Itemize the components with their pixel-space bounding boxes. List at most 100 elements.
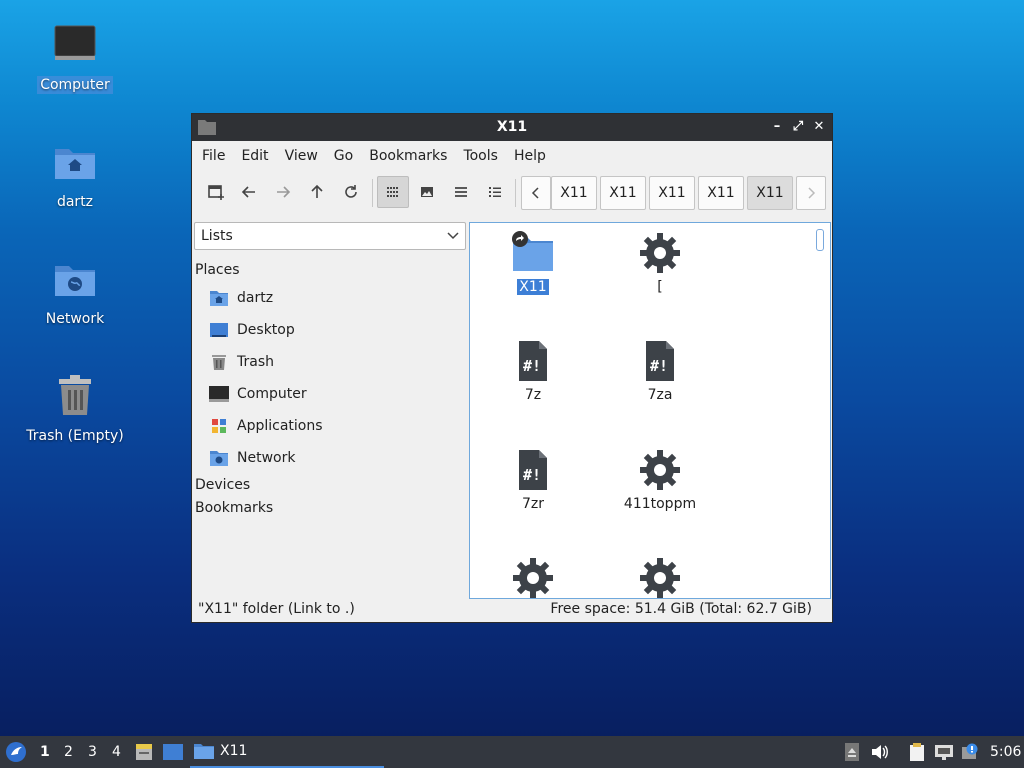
workspace-4[interactable]: 4 [112, 744, 121, 760]
file-item[interactable]: [ [605, 231, 715, 295]
file-name: [ [657, 279, 663, 295]
place-desktop[interactable]: Desktop [209, 318, 295, 342]
detailed-list-view-button[interactable] [479, 176, 511, 208]
trash-icon [51, 373, 99, 421]
close-button[interactable]: ✕ [810, 118, 828, 136]
eject-icon [845, 743, 859, 761]
breadcrumb-item[interactable]: X11 [600, 176, 646, 210]
network-status-button[interactable] [932, 736, 956, 768]
file-item[interactable]: X11 [478, 231, 588, 295]
start-menu-button[interactable] [2, 736, 30, 768]
titlebar[interactable]: X11 – ⤢ ✕ [192, 114, 832, 141]
file-item[interactable] [605, 556, 715, 598]
window-title: X11 [496, 119, 528, 135]
gear-icon [638, 448, 682, 492]
menu-help[interactable]: Help [506, 148, 554, 164]
launcher-file-manager[interactable] [132, 736, 156, 768]
file-item[interactable]: #! 7z [478, 339, 588, 403]
menu-bookmarks[interactable]: Bookmarks [361, 148, 455, 164]
breadcrumb-item[interactable]: X11 [551, 176, 597, 210]
compact-view-button[interactable] [445, 176, 477, 208]
toolbar-separator [372, 179, 373, 207]
desktop-icon-network[interactable]: Network [20, 256, 130, 328]
menu-edit[interactable]: Edit [233, 148, 276, 164]
reload-icon [345, 185, 357, 198]
clock[interactable]: 5:06 [990, 744, 1021, 760]
gear-icon [638, 556, 682, 598]
side-pane: Lists Places dartz Desktop Trash Compute… [193, 222, 467, 602]
new-tab-button[interactable] [200, 176, 232, 208]
forward-button[interactable] [267, 176, 299, 208]
breadcrumb-current[interactable]: X11 [747, 176, 793, 210]
image-icon [421, 187, 433, 197]
file-item[interactable]: #! 7zr [478, 448, 588, 512]
desktop-icon-computer[interactable]: Computer [20, 22, 130, 94]
launcher-show-desktop[interactable] [160, 736, 186, 768]
svg-text:#!: #! [650, 357, 668, 375]
breadcrumb-item[interactable]: X11 [649, 176, 695, 210]
place-dartz[interactable]: dartz [209, 286, 273, 310]
compact-list-icon [455, 187, 467, 197]
script-icon: #! [638, 339, 682, 383]
place-computer[interactable]: Computer [209, 382, 307, 406]
scrollbar-handle[interactable] [816, 229, 824, 251]
breadcrumb-scroll-left[interactable] [521, 176, 551, 210]
desktop-icon-trash[interactable]: Trash (Empty) [20, 373, 130, 445]
gear-icon [511, 556, 555, 598]
file-view[interactable]: X11 [ #! 7z #! 7za #! 7zr 411toppm [469, 222, 831, 599]
breadcrumb-item[interactable]: X11 [698, 176, 744, 210]
svg-text:#!: #! [523, 357, 541, 375]
reload-button[interactable] [335, 176, 367, 208]
status-bar: "X11" folder (Link to .) Free space: 51.… [192, 598, 832, 622]
devices-header[interactable]: Devices [195, 477, 250, 493]
icon-view-icon [387, 187, 398, 197]
desktop-icon [163, 744, 183, 760]
update-notifier-button[interactable] [958, 736, 982, 768]
menu-file[interactable]: File [194, 148, 233, 164]
eject-button[interactable] [842, 736, 862, 768]
place-label: dartz [237, 290, 274, 306]
place-trash[interactable]: Trash [209, 350, 274, 374]
gear-icon [638, 231, 682, 275]
icon-view-button[interactable] [377, 176, 409, 208]
back-button[interactable] [233, 176, 265, 208]
menu-go[interactable]: Go [326, 148, 361, 164]
menu-view[interactable]: View [277, 148, 326, 164]
place-network[interactable]: Network [209, 446, 295, 470]
volume-button[interactable] [868, 736, 892, 768]
minimize-button[interactable]: – [768, 118, 786, 136]
chevron-right-icon [808, 187, 816, 199]
toolbar: X11 X11 X11 X11 X11 [192, 171, 832, 215]
workspace-2[interactable]: 2 [64, 744, 73, 760]
workspace-1[interactable]: 1 [40, 744, 50, 760]
clipboard-button[interactable] [905, 736, 929, 768]
taskbar: 1 2 3 4 X11 5:06 [0, 736, 1024, 768]
workspace-3[interactable]: 3 [88, 744, 97, 760]
up-button[interactable] [301, 176, 333, 208]
file-name: 7za [647, 387, 673, 403]
computer-icon [209, 384, 229, 404]
chevron-down-icon [447, 232, 459, 240]
maximize-button[interactable]: ⤢ [789, 118, 807, 136]
file-name: 7z [524, 387, 542, 403]
info-icon [962, 743, 978, 759]
file-item[interactable] [478, 556, 588, 598]
bookmarks-header[interactable]: Bookmarks [195, 500, 273, 516]
places-header[interactable]: Places [195, 262, 240, 278]
place-label: Computer [237, 386, 307, 402]
side-pane-mode-select[interactable]: Lists [194, 222, 466, 250]
desktop-icon-dartz[interactable]: dartz [20, 139, 130, 211]
speaker-icon [872, 745, 888, 759]
network-folder-icon [51, 256, 99, 304]
menu-tools[interactable]: Tools [455, 148, 506, 164]
clipboard-icon [910, 743, 924, 761]
file-item[interactable]: 411toppm [605, 448, 715, 512]
file-item[interactable]: #! 7za [605, 339, 715, 403]
file-manager-window: X11 – ⤢ ✕ File Edit View Go Bookmarks To… [191, 113, 833, 623]
home-folder-icon [209, 288, 229, 308]
thumbnail-view-button[interactable] [411, 176, 443, 208]
breadcrumb-scroll-right[interactable] [796, 176, 826, 210]
place-label: Trash [237, 354, 274, 370]
place-applications[interactable]: Applications [209, 414, 323, 438]
taskbar-task-x11[interactable]: X11 [190, 736, 384, 768]
